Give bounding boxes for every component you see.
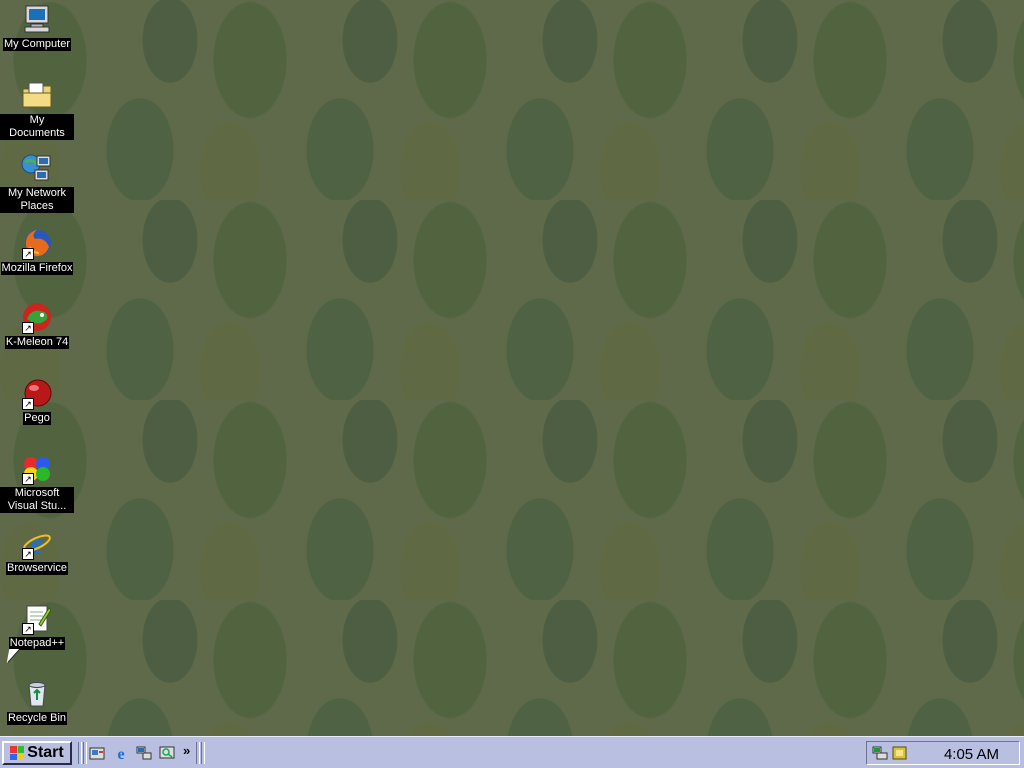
shortcut-arrow-icon: ↗ (22, 398, 34, 410)
desktop-icon-label: Pego (23, 412, 51, 425)
kmeleon-icon: ↗ (20, 300, 54, 334)
desktop-icon-label: My Computer (2, 38, 72, 51)
quick-launch-more-button[interactable]: » (183, 743, 190, 758)
shortcut-arrow-icon: ↗ (22, 248, 34, 260)
desktop-icon-label: Browservice (6, 562, 68, 575)
windows-logo-icon (10, 746, 25, 760)
network-status-icon[interactable] (871, 745, 889, 761)
svg-text:e: e (117, 746, 124, 761)
quick-launch-internet-explorer-icon[interactable]: e (112, 744, 130, 762)
desktop-icon-label: Microsoft Visual Stu... (0, 487, 74, 513)
quick-launch-network-icon[interactable] (135, 744, 153, 762)
quick-launch-media-icon[interactable] (158, 744, 176, 762)
taskbar-separator (78, 742, 82, 764)
shortcut-arrow-icon: ↗ (22, 322, 34, 334)
notepad-icon: ↗ (20, 601, 54, 635)
desktop-icon-mozilla-firefox[interactable]: ↗ Mozilla Firefox (0, 226, 74, 275)
quick-launch-show-desktop-icon[interactable] (88, 744, 106, 762)
desktop[interactable]: My Computer My Documents My Network Plac… (0, 0, 1024, 736)
notification-icon[interactable] (891, 745, 909, 761)
desktop-icon-my-documents[interactable]: My Documents (0, 78, 74, 140)
desktop-icon-label: K-Meleon 74 (4, 336, 70, 349)
shortcut-arrow-icon: ↗ (22, 623, 34, 635)
desktop-icon-my-computer[interactable]: My Computer (0, 2, 74, 51)
internet-explorer-icon: e ↗ (20, 526, 54, 560)
desktop-icon-my-network-places[interactable]: My Network Places (0, 151, 74, 213)
desktop-icon-label: My Network Places (0, 187, 74, 213)
shortcut-arrow-icon: ↗ (22, 548, 34, 560)
clock[interactable]: 4:05 AM (944, 746, 999, 763)
desktop-icon-recycle-bin[interactable]: Recycle Bin (0, 676, 74, 725)
taskbar-separator (196, 742, 200, 764)
desktop-icon-label: Mozilla Firefox (0, 262, 74, 275)
taskbar-separator (83, 742, 87, 764)
firefox-icon: ↗ (20, 226, 54, 260)
start-label: Start (27, 744, 64, 761)
desktop-icon-label: My Documents (0, 114, 74, 140)
taskbar: Start e » 4:05 AM (0, 736, 1024, 768)
recycle-bin-icon (20, 676, 54, 710)
folder-icon (20, 78, 54, 112)
desktop-icon-k-meleon[interactable]: ↗ K-Meleon 74 (0, 300, 74, 349)
network-icon (20, 151, 54, 185)
taskbar-separator (201, 742, 205, 764)
shortcut-arrow-icon: ↗ (22, 473, 34, 485)
start-button[interactable]: Start (2, 741, 72, 765)
mouse-cursor-icon (6, 649, 20, 663)
desktop-icon-browservice[interactable]: e ↗ Browservice (0, 526, 74, 575)
desktop-icon-pego[interactable]: ↗ Pego (0, 376, 74, 425)
system-tray: 4:05 AM (866, 741, 1020, 765)
computer-icon (20, 2, 54, 36)
desktop-icon-visual-studio[interactable]: ↗ Microsoft Visual Stu... (0, 451, 74, 513)
pego-icon: ↗ (20, 376, 54, 410)
desktop-icon-label: Recycle Bin (6, 712, 68, 725)
desktop-icon-notepad-plus-plus[interactable]: ↗ Notepad++ (0, 601, 74, 650)
visual-studio-icon: ↗ (20, 451, 54, 485)
